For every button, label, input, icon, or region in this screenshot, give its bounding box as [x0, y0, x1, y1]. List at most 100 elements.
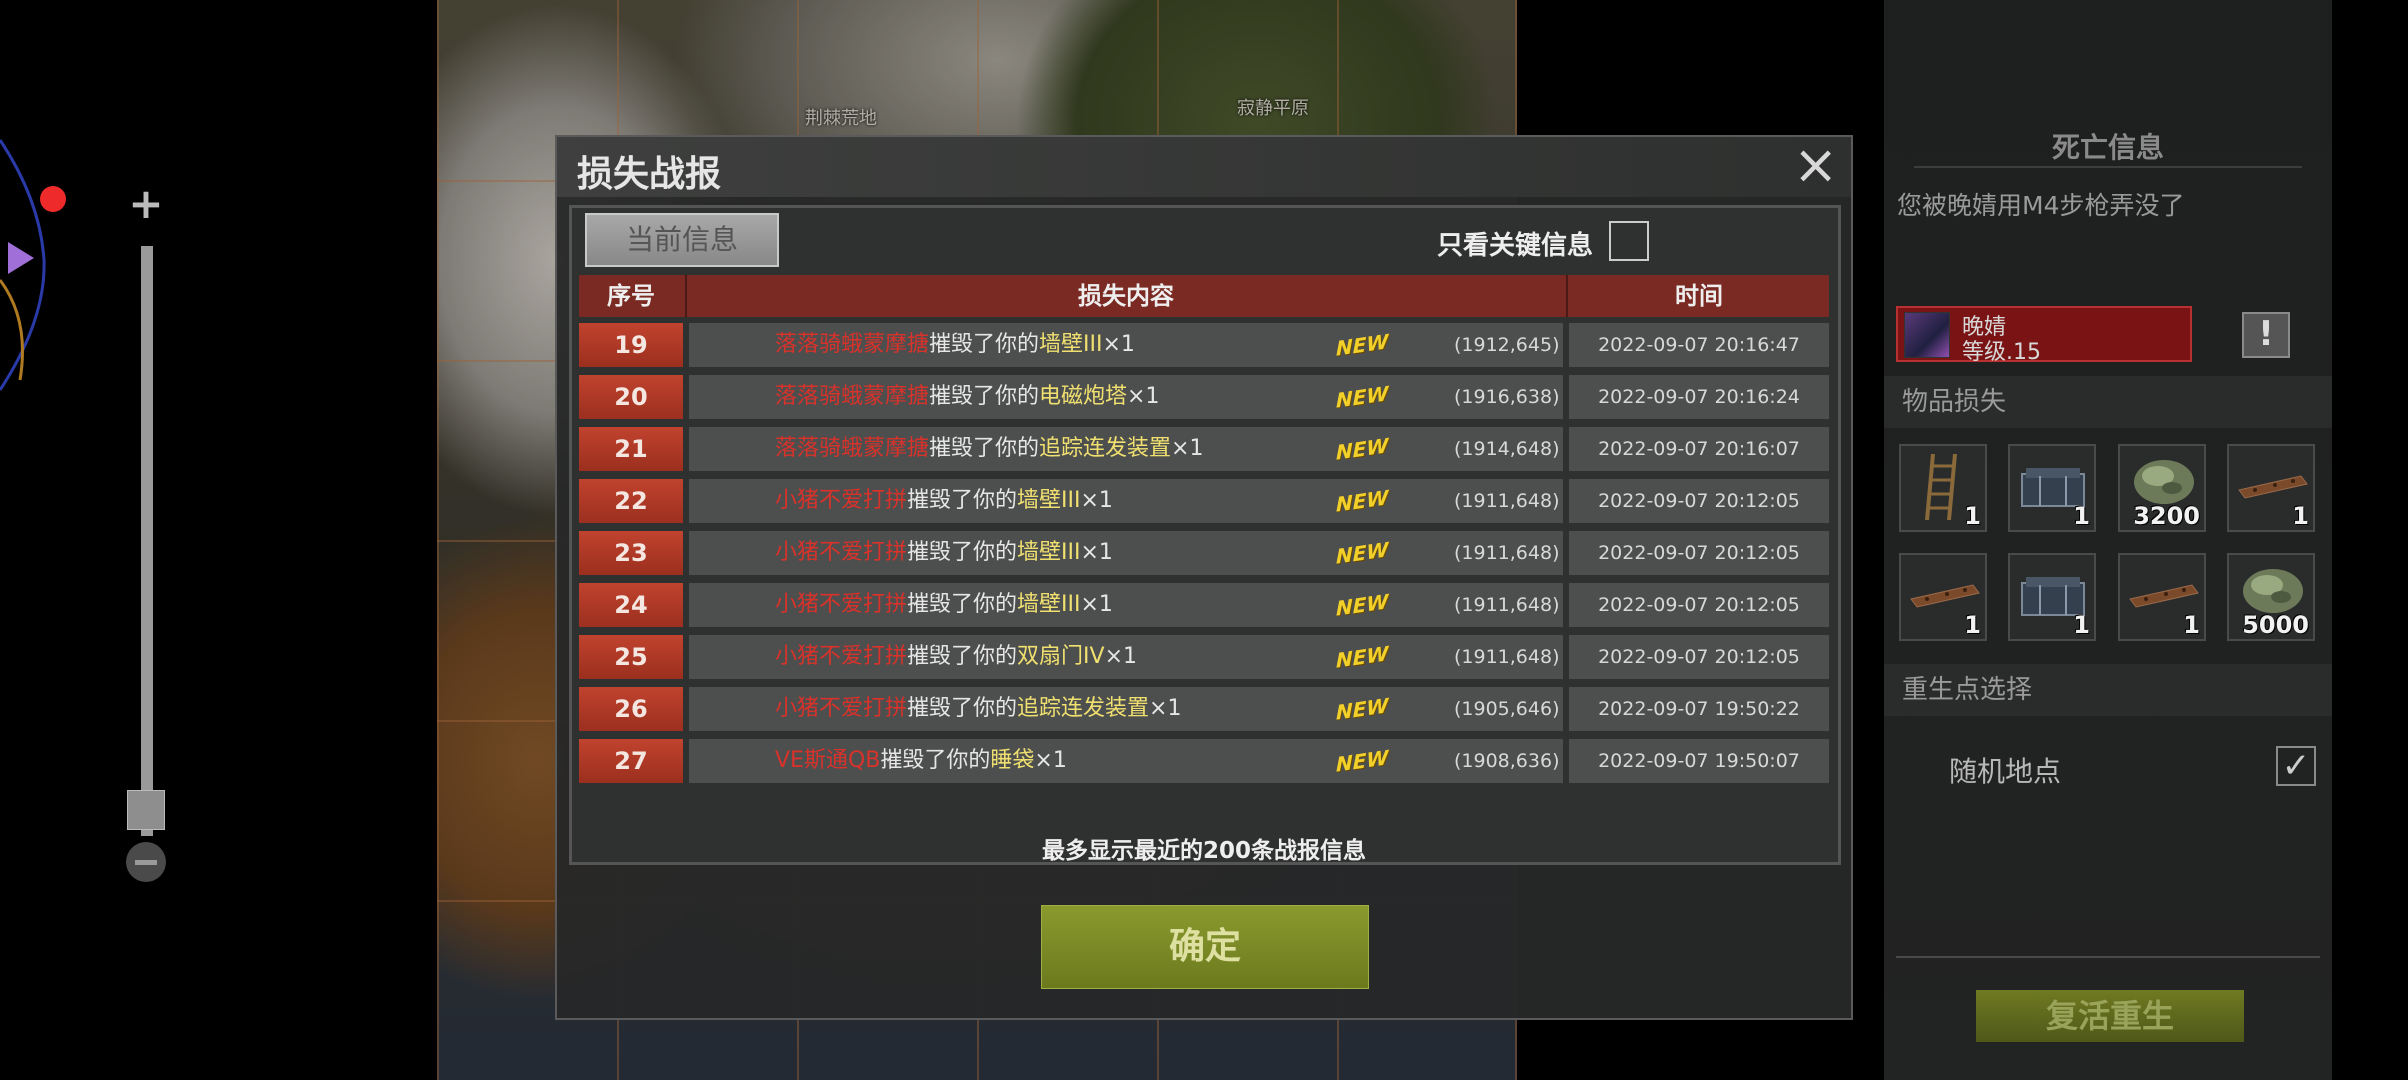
row-index: 24 — [579, 583, 683, 627]
table-row[interactable]: 23 小猪不爱打拼摧毁了你的墙壁III×1 NEW (1911,648) 202… — [579, 531, 1829, 575]
row-time: 2022-09-07 20:12:05 — [1569, 531, 1829, 575]
red-marker-icon — [40, 186, 66, 212]
row-content: VE斯通QB摧毁了你的睡袋×1 NEW (1908,636) — [689, 739, 1563, 783]
item-count: ×1 — [1034, 748, 1067, 773]
row-content: 小猪不爱打拼摧毁了你的双扇门IV×1 NEW (1911,648) — [689, 635, 1563, 679]
row-content: 落落骑蛾蒙摩搪摧毁了你的电磁炮塔×1 NEW (1916,638) — [689, 375, 1563, 419]
action-text: 摧毁了你的 — [907, 592, 1018, 617]
coordinates: (1905,646) — [1454, 698, 1560, 720]
plank-icon — [1910, 584, 1980, 608]
dialog-title: 损失战报 — [577, 154, 722, 195]
death-info-title: 死亡信息 — [2051, 131, 2164, 164]
coordinates: (1911,648) — [1454, 594, 1560, 616]
item-name: 墙壁III — [1017, 592, 1081, 617]
row-index: 22 — [579, 479, 683, 523]
item-count: ×1 — [1127, 384, 1160, 409]
killer-level: 等级.15 — [1962, 340, 2041, 365]
close-button[interactable]: × — [1793, 138, 1838, 192]
action-text: 摧毁了你的 — [929, 384, 1040, 409]
table-row[interactable]: 19 落落骑蛾蒙摩搪摧毁了你的墙壁III×1 NEW (1912,645) 20… — [579, 323, 1829, 367]
direction-arrow-icon — [8, 242, 34, 274]
table-row[interactable]: 22 小猪不爱打拼摧毁了你的墙壁III×1 NEW (1911,648) 202… — [579, 479, 1829, 523]
tab-current-info[interactable]: 当前信息 — [585, 213, 779, 267]
item-slot[interactable]: 3200 — [2118, 444, 2206, 532]
item-count: ×1 — [1171, 436, 1204, 461]
row-content: 小猪不爱打拼摧毁了你的墙壁III×1 NEW (1911,648) — [689, 583, 1563, 627]
ladder-icon — [1925, 453, 1957, 521]
coordinates: (1912,645) — [1454, 334, 1560, 356]
zoom-out-button[interactable] — [126, 842, 166, 882]
new-badge: NEW — [1336, 329, 1389, 361]
dialog-header: 损失战报 × — [557, 137, 1851, 197]
killer-card[interactable]: 晚婧 等级.15 — [1896, 306, 2192, 365]
row-content: 小猪不爱打拼摧毁了你的墙壁III×1 NEW (1911,648) — [689, 531, 1563, 575]
plank-icon — [2129, 584, 2199, 608]
key-info-only-checkbox[interactable] — [1609, 221, 1649, 261]
item-count: ×1 — [1080, 540, 1113, 565]
random-location-checkbox[interactable]: ✓ — [2276, 746, 2316, 786]
row-time: 2022-09-07 20:16:24 — [1569, 375, 1829, 419]
row-content: 小猪不爱打拼摧毁了你的墙壁III×1 NEW (1911,648) — [689, 479, 1563, 523]
loss-report-dialog: 损失战报 × 当前信息 只看关键信息 序号 损失内容 时间 19 落落骑蛾蒙摩搪… — [555, 135, 1853, 1020]
row-index: 19 — [579, 323, 683, 367]
table-row[interactable]: 26 小猪不爱打拼摧毁了你的追踪连发装置×1 NEW (1905,646) 20… — [579, 687, 1829, 731]
new-badge: NEW — [1336, 693, 1389, 725]
revive-button[interactable]: 复活重生 — [1976, 990, 2244, 1042]
zoom-slider-track[interactable] — [141, 246, 153, 836]
action-text: 摧毁了你的 — [907, 540, 1018, 565]
divider — [1914, 166, 2302, 168]
report-button[interactable]: ! — [2242, 312, 2290, 358]
row-index: 26 — [579, 687, 683, 731]
new-badge: NEW — [1336, 589, 1389, 621]
new-badge: NEW — [1336, 641, 1389, 673]
item-slot[interactable]: 1 — [2008, 444, 2096, 532]
table-row[interactable]: 27 VE斯通QB摧毁了你的睡袋×1 NEW (1908,636) 2022-0… — [579, 739, 1829, 783]
row-index: 27 — [579, 739, 683, 783]
item-quantity: 1 — [2183, 611, 2200, 639]
item-slot[interactable]: 1 — [1899, 444, 1987, 532]
action-text: 摧毁了你的 — [929, 332, 1040, 357]
table-row[interactable]: 25 小猪不爱打拼摧毁了你的双扇门IV×1 NEW (1911,648) 202… — [579, 635, 1829, 679]
new-badge: NEW — [1336, 745, 1389, 777]
column-header-time: 时间 — [1675, 282, 1723, 310]
divider — [1896, 956, 2320, 958]
table-row[interactable]: 20 落落骑蛾蒙摩搪摧毁了你的电磁炮塔×1 NEW (1916,638) 202… — [579, 375, 1829, 419]
item-quantity: 5000 — [2242, 611, 2309, 639]
item-name: 双扇门IV — [1017, 644, 1105, 669]
footer-note: 最多显示最近的200条战报信息 — [1041, 838, 1366, 864]
row-index: 25 — [579, 635, 683, 679]
zoom-slider-handle[interactable] — [127, 790, 165, 830]
attacker-name: 落落骑蛾蒙摩搪 — [775, 436, 930, 461]
table-row[interactable]: 21 落落骑蛾蒙摩搪摧毁了你的追踪连发装置×1 NEW (1914,648) 2… — [579, 427, 1829, 471]
new-badge: NEW — [1336, 537, 1389, 569]
row-content: 小猪不爱打拼摧毁了你的追踪连发装置×1 NEW (1905,646) — [689, 687, 1563, 731]
attacker-name: 小猪不爱打拼 — [775, 644, 908, 669]
item-slot[interactable]: 5000 — [2227, 553, 2315, 641]
key-info-only-label: 只看关键信息 — [1437, 231, 1594, 261]
item-name: 睡袋 — [990, 748, 1035, 773]
row-index: 21 — [579, 427, 683, 471]
new-badge: NEW — [1336, 433, 1389, 465]
item-name: 墙壁III — [1017, 540, 1081, 565]
confirm-button[interactable]: 确定 — [1041, 905, 1369, 989]
item-quantity: 1 — [1964, 502, 1981, 530]
new-badge: NEW — [1336, 485, 1389, 517]
item-slot[interactable]: 1 — [1899, 553, 1987, 641]
death-info-panel: 死亡信息 您被晚婧用M4步枪弄没了 晚婧 等级.15 ! 物品损失 1 1 32… — [1884, 0, 2332, 1080]
item-count: ×1 — [1104, 644, 1138, 669]
zoom-in-button[interactable]: + — [128, 183, 164, 225]
coordinates: (1911,648) — [1454, 490, 1560, 512]
action-text: 摧毁了你的 — [907, 696, 1018, 721]
attacker-name: 落落骑蛾蒙摩搪 — [775, 384, 930, 409]
item-slot[interactable]: 1 — [2118, 553, 2206, 641]
item-name: 追踪连发装置 — [1017, 696, 1150, 721]
item-quantity: 3200 — [2133, 502, 2200, 530]
item-count: ×1 — [1080, 488, 1113, 513]
ore-icon — [2243, 569, 2303, 613]
table-row[interactable]: 24 小猪不爱打拼摧毁了你的墙壁III×1 NEW (1911,648) 202… — [579, 583, 1829, 627]
attacker-name: 小猪不爱打拼 — [775, 696, 908, 721]
item-quantity: 1 — [1964, 611, 1981, 639]
item-slot[interactable]: 1 — [2008, 553, 2096, 641]
item-slot[interactable]: 1 — [2227, 444, 2315, 532]
attacker-name: 小猪不爱打拼 — [775, 540, 908, 565]
